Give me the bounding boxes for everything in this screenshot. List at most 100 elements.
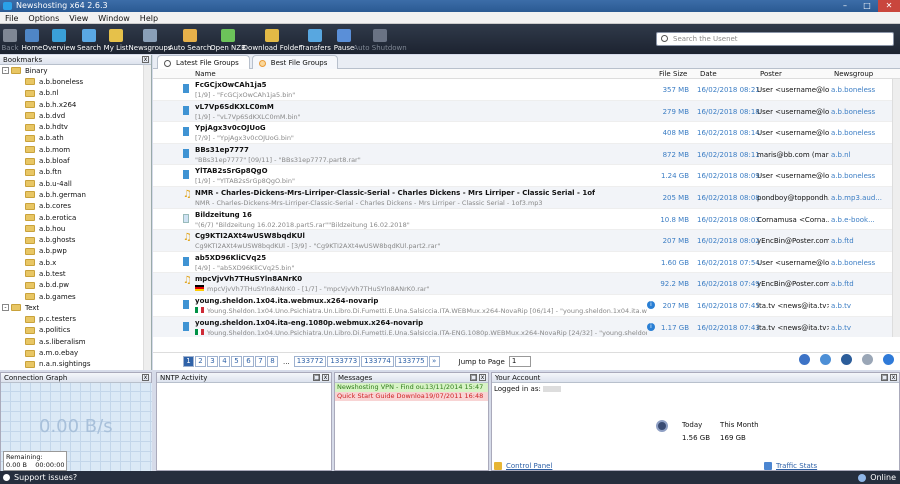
jump-to-page-input[interactable]: 1 [508, 356, 531, 367]
page-link[interactable]: 133774 [361, 356, 394, 367]
home-button[interactable]: Home [20, 24, 44, 54]
maximize-button[interactable]: □ [856, 0, 878, 12]
bookmark-item[interactable]: a.b.mom [0, 144, 151, 155]
settings-gear-icon[interactable] [799, 354, 810, 365]
download-folder-button[interactable]: Download Folder [243, 24, 301, 54]
file-newsgroup[interactable]: a.b.ftd [831, 280, 891, 288]
bookmark-item[interactable]: p.c.testers [0, 314, 151, 325]
bookmark-item[interactable]: a.b.boneless [0, 76, 151, 87]
bookmark-item[interactable]: a.b.erotica [0, 212, 151, 223]
menu-file[interactable]: File [0, 12, 23, 23]
page-link[interactable]: 133775 [394, 356, 428, 367]
file-newsgroup[interactable]: a.b.boneless [831, 172, 891, 180]
file-row[interactable]: ♫ NMR - Charles-Dickens-Mrs-Lirriper-Clas… [153, 186, 900, 209]
file-newsgroup[interactable]: a.b.e-book... [831, 216, 891, 224]
overview-button[interactable]: Overview [43, 24, 75, 54]
file-row[interactable]: BBs31ep7777 "BBs31ep7777" [09/11] - "BBs3… [153, 143, 900, 166]
panel-float-icon[interactable]: □ [470, 374, 477, 381]
bookmark-item[interactable]: a.b.ath [0, 133, 151, 144]
file-row[interactable]: ab5XD96KliCVq25 [4/9] - "ab5XD96KliCVq25.… [153, 252, 900, 274]
file-row[interactable]: Bildzeitung 16 "(6/7) "Bildzeitung 16.02.… [153, 209, 900, 231]
page-link[interactable]: » [428, 356, 440, 367]
bookmark-item[interactable]: a.b.cores [0, 201, 151, 212]
message-item[interactable]: Quick Start Guide Download 19/07/2011 16:… [335, 392, 488, 401]
menu-options[interactable]: Options [23, 12, 64, 23]
bookmark-item[interactable]: a.b.test [0, 268, 151, 279]
file-row[interactable]: YpjAgx3v0cOJUoG [7/9] - "YpjAgx3v0cOJUoG.… [153, 122, 900, 144]
bookmark-item[interactable]: a.b.hdtv [0, 121, 151, 132]
file-row[interactable]: ♫ Cg9KTI2AXt4wUSW8bqdKUl Cg9KTI2AXt4wUSW8b… [153, 230, 900, 252]
bookmark-item[interactable]: a.b.x [0, 257, 151, 268]
column-name[interactable]: Name [153, 69, 656, 78]
control-panel-link[interactable]: Control Panel [494, 462, 552, 470]
panel-float-icon[interactable]: □ [881, 374, 888, 381]
bookmark-item[interactable]: a.b.nl [0, 88, 151, 99]
tab-latest-file-groups[interactable]: Latest File Groups [157, 55, 250, 69]
panel-close-icon[interactable]: x [142, 374, 149, 381]
file-newsgroup[interactable]: a.b.boneless [831, 129, 891, 137]
file-list-scrollbar[interactable] [892, 79, 900, 337]
file-row[interactable]: young.sheldon.1x04.ita.webmux.x264-novar… [153, 295, 900, 317]
bookmark-item[interactable]: a.b.h.x264 [0, 99, 151, 110]
bookmark-item[interactable]: a.b.games [0, 291, 151, 302]
search-button[interactable]: Search [77, 24, 101, 54]
file-newsgroup[interactable]: a.b.boneless [831, 86, 891, 94]
page-link[interactable]: 1 [183, 356, 194, 367]
menu-window[interactable]: Window [93, 12, 135, 23]
panel-float-icon[interactable]: □ [313, 374, 320, 381]
bookmark-item[interactable]: n.a.n.sightings [0, 359, 151, 370]
open-nzb-button[interactable]: Open NZB [210, 24, 246, 54]
collapse-toggle-icon[interactable]: - [2, 304, 9, 312]
page-link[interactable]: 3 [207, 356, 218, 367]
previous-page-icon[interactable] [862, 354, 873, 365]
column-date[interactable]: Date [697, 69, 757, 78]
file-newsgroup[interactable]: a.b.mp3.aud... [831, 194, 891, 202]
panel-close-icon[interactable]: x [142, 56, 149, 63]
message-item[interactable]: Newshosting VPN - Find ou... 13/11/2014 1… [335, 383, 488, 392]
bookmark-item[interactable]: a.b.h.german [0, 189, 151, 200]
file-newsgroup[interactable]: a.b.nl [831, 151, 891, 159]
file-row[interactable]: ♫ mpcVjvVh7THuSYln8ANrK0 mpcVjvVh7THuSYln8… [153, 273, 900, 295]
minimize-button[interactable]: – [834, 0, 856, 12]
menu-help[interactable]: Help [135, 12, 163, 23]
page-link[interactable]: 4 [219, 356, 230, 367]
file-newsgroup[interactable]: a.b.ftd [831, 237, 891, 245]
page-link[interactable]: 6 [243, 356, 254, 367]
newsgroups-button[interactable]: Newsgroups [129, 24, 171, 54]
traffic-stats-link[interactable]: Traffic Stats [764, 462, 817, 470]
page-link[interactable]: 133772 [293, 356, 327, 367]
bookmark-item[interactable]: a.s.liberalism [0, 336, 151, 347]
zoom-search-icon[interactable] [820, 354, 831, 365]
bookmark-item[interactable]: a.politics [0, 325, 151, 336]
file-newsgroup[interactable]: a.b.tv [831, 302, 891, 310]
panel-close-icon[interactable]: x [322, 374, 329, 381]
tree-group-text[interactable]: - Text [0, 302, 151, 313]
next-page-icon[interactable] [883, 354, 894, 365]
my-list-button[interactable]: My List [104, 24, 128, 54]
usenet-search-input[interactable]: Search the Usenet [656, 32, 894, 46]
file-row[interactable]: young.sheldon.1x04.ita-eng.1080p.webmux.… [153, 316, 900, 337]
tree-group-binary[interactable]: - Binary [0, 65, 151, 76]
bookmark-item[interactable]: a.b.dvd [0, 110, 151, 121]
page-link[interactable]: 5 [231, 356, 242, 367]
panel-close-icon[interactable]: x [479, 374, 486, 381]
page-link[interactable]: 8 [267, 356, 278, 367]
collapse-toggle-icon[interactable]: - [2, 67, 9, 75]
info-icon[interactable]: i [647, 322, 655, 331]
bookmark-item[interactable]: a.b.ghosts [0, 234, 151, 245]
column-poster[interactable]: Poster [757, 69, 831, 78]
file-newsgroup[interactable]: a.b.tv [831, 324, 891, 332]
bookmark-item[interactable]: a.b.d.pw [0, 280, 151, 291]
close-button[interactable]: ✕ [878, 0, 900, 12]
bookmarks-scrollbar[interactable] [143, 65, 151, 370]
panel-close-icon[interactable]: x [890, 374, 897, 381]
file-newsgroup[interactable]: a.b.boneless [831, 108, 891, 116]
info-icon[interactable]: i [647, 300, 655, 309]
page-link[interactable]: 2 [195, 356, 206, 367]
menu-view[interactable]: View [64, 12, 93, 23]
support-link[interactable]: Support issues? [14, 473, 77, 482]
bookmark-item[interactable]: a.b.u-4all [0, 178, 151, 189]
column-newsgroup[interactable]: Newsgroup [831, 69, 891, 78]
auto-search-button[interactable]: Auto Search [169, 24, 211, 54]
page-link[interactable]: 133773 [327, 356, 361, 367]
